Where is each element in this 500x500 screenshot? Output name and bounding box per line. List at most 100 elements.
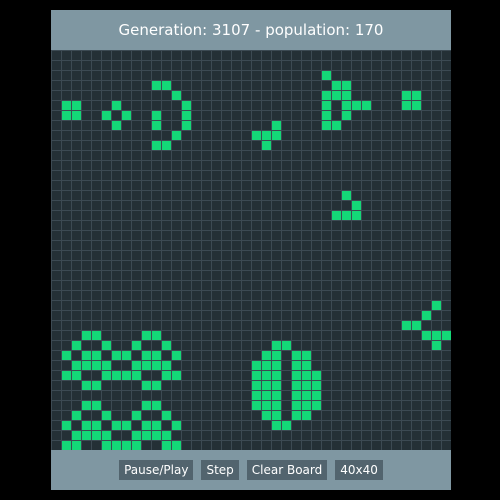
live-cell[interactable]: [252, 391, 261, 400]
live-cell[interactable]: [432, 301, 441, 310]
live-cell[interactable]: [292, 371, 301, 380]
live-cell[interactable]: [182, 121, 191, 130]
live-cell[interactable]: [122, 421, 131, 430]
live-cell[interactable]: [272, 341, 281, 350]
live-cell[interactable]: [402, 321, 411, 330]
live-cell[interactable]: [62, 101, 71, 110]
live-cell[interactable]: [152, 111, 161, 120]
live-cell[interactable]: [292, 351, 301, 360]
live-cell[interactable]: [262, 411, 271, 420]
live-cell[interactable]: [62, 351, 71, 360]
live-cell[interactable]: [342, 111, 351, 120]
live-cell[interactable]: [132, 341, 141, 350]
live-cell[interactable]: [302, 391, 311, 400]
clear-board-button[interactable]: Clear Board: [246, 460, 328, 480]
live-cell[interactable]: [182, 111, 191, 120]
live-cell[interactable]: [62, 421, 71, 430]
live-cell[interactable]: [342, 81, 351, 90]
live-cell[interactable]: [62, 111, 71, 120]
live-cell[interactable]: [162, 81, 171, 90]
live-cell[interactable]: [312, 391, 321, 400]
live-cell[interactable]: [322, 101, 331, 110]
live-cell[interactable]: [292, 381, 301, 390]
live-cell[interactable]: [402, 91, 411, 100]
live-cell[interactable]: [152, 331, 161, 340]
live-cell[interactable]: [332, 211, 341, 220]
live-cell[interactable]: [152, 361, 161, 370]
live-cell[interactable]: [272, 421, 281, 430]
live-cell[interactable]: [122, 111, 131, 120]
live-cell[interactable]: [272, 401, 281, 410]
live-cell[interactable]: [72, 341, 81, 350]
live-cell[interactable]: [282, 421, 291, 430]
live-cell[interactable]: [412, 321, 421, 330]
live-cell[interactable]: [252, 381, 261, 390]
live-cell[interactable]: [262, 141, 271, 150]
live-cell[interactable]: [332, 81, 341, 90]
live-cell[interactable]: [162, 361, 171, 370]
live-cell[interactable]: [302, 381, 311, 390]
live-cell[interactable]: [102, 341, 111, 350]
live-cell[interactable]: [172, 371, 181, 380]
live-cell[interactable]: [122, 351, 131, 360]
live-cell[interactable]: [252, 361, 261, 370]
live-cell[interactable]: [302, 401, 311, 410]
live-cell[interactable]: [292, 411, 301, 420]
live-cell[interactable]: [272, 351, 281, 360]
live-cell[interactable]: [442, 331, 451, 340]
live-cell[interactable]: [162, 371, 171, 380]
live-cell[interactable]: [152, 121, 161, 130]
live-cell[interactable]: [262, 381, 271, 390]
live-cell[interactable]: [102, 431, 111, 440]
live-cell[interactable]: [272, 361, 281, 370]
live-cell[interactable]: [302, 411, 311, 420]
live-cell[interactable]: [72, 101, 81, 110]
live-cell[interactable]: [92, 351, 101, 360]
live-cell[interactable]: [322, 71, 331, 80]
live-cell[interactable]: [292, 391, 301, 400]
live-cell[interactable]: [302, 361, 311, 370]
live-cell[interactable]: [322, 121, 331, 130]
live-cell[interactable]: [92, 361, 101, 370]
live-cell[interactable]: [112, 121, 121, 130]
live-cell[interactable]: [82, 351, 91, 360]
live-cell[interactable]: [92, 331, 101, 340]
live-cell[interactable]: [72, 361, 81, 370]
live-cell[interactable]: [72, 111, 81, 120]
board-size-button[interactable]: 40x40: [335, 460, 383, 480]
live-cell[interactable]: [102, 441, 111, 450]
live-cell[interactable]: [352, 201, 361, 210]
live-cell[interactable]: [112, 351, 121, 360]
live-cell[interactable]: [152, 401, 161, 410]
live-cell[interactable]: [142, 381, 151, 390]
live-cell[interactable]: [92, 381, 101, 390]
live-cell[interactable]: [152, 351, 161, 360]
live-cell[interactable]: [152, 431, 161, 440]
live-cell[interactable]: [342, 101, 351, 110]
live-cell[interactable]: [262, 391, 271, 400]
live-cell[interactable]: [112, 101, 121, 110]
live-cell[interactable]: [352, 211, 361, 220]
live-cell[interactable]: [342, 91, 351, 100]
live-cell[interactable]: [142, 361, 151, 370]
live-cell[interactable]: [252, 401, 261, 410]
live-cell[interactable]: [162, 441, 171, 450]
live-cell[interactable]: [262, 361, 271, 370]
live-cell[interactable]: [412, 101, 421, 110]
live-cell[interactable]: [102, 371, 111, 380]
live-cell[interactable]: [72, 441, 81, 450]
live-cell[interactable]: [132, 441, 141, 450]
live-cell[interactable]: [262, 401, 271, 410]
live-cell[interactable]: [72, 371, 81, 380]
live-cell[interactable]: [272, 131, 281, 140]
live-cell[interactable]: [272, 411, 281, 420]
live-cell[interactable]: [252, 131, 261, 140]
live-cell[interactable]: [132, 431, 141, 440]
live-cell[interactable]: [132, 361, 141, 370]
live-cell[interactable]: [92, 431, 101, 440]
live-cell[interactable]: [262, 371, 271, 380]
live-cell[interactable]: [82, 401, 91, 410]
live-cell[interactable]: [112, 371, 121, 380]
live-cell[interactable]: [62, 441, 71, 450]
live-cell[interactable]: [102, 111, 111, 120]
